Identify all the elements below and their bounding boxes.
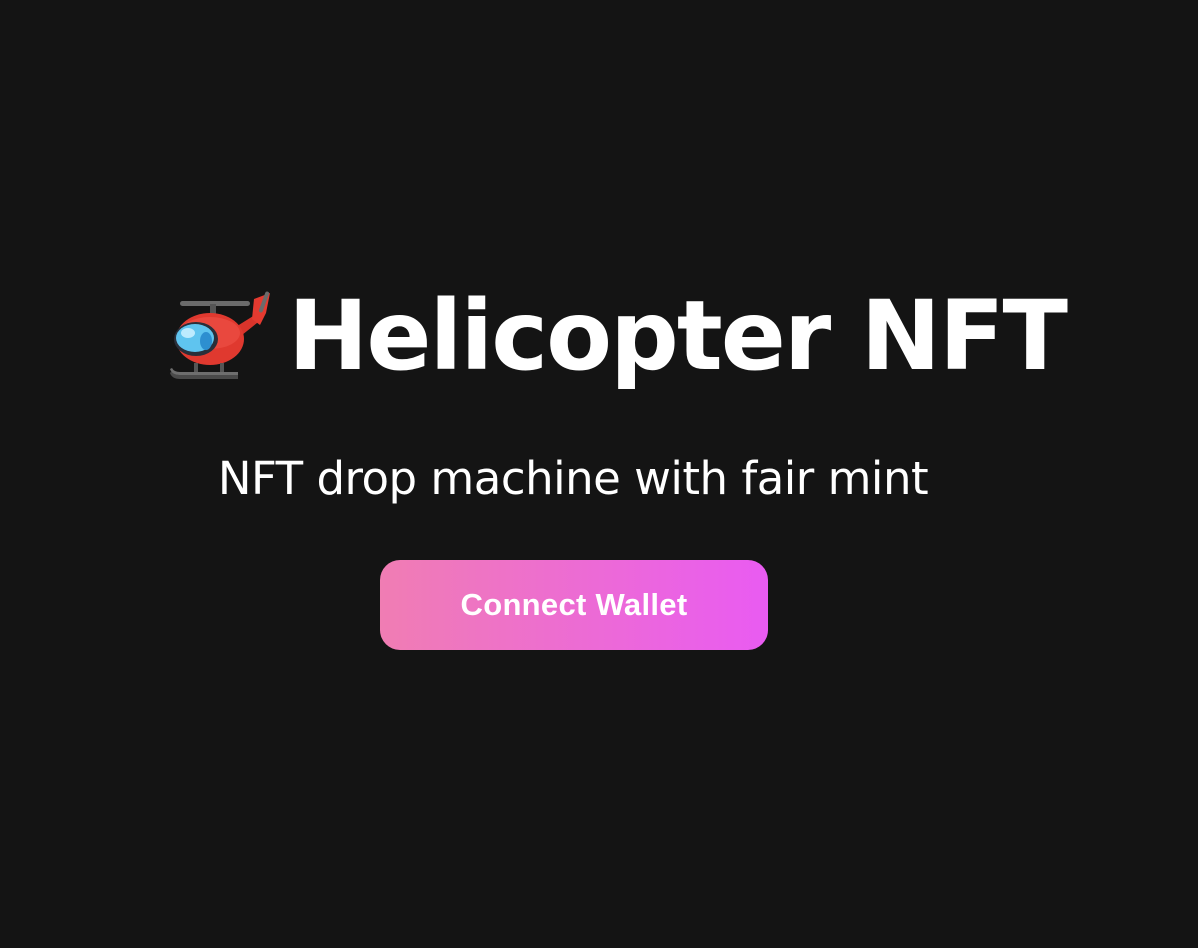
helicopter-icon (170, 291, 270, 379)
connect-wallet-button[interactable]: Connect Wallet (380, 560, 768, 650)
app-title: Helicopter NFT (288, 280, 1068, 392)
tagline: NFT drop machine with fair mint (217, 452, 929, 505)
page-title: Helicopter NFT (166, 276, 1068, 396)
